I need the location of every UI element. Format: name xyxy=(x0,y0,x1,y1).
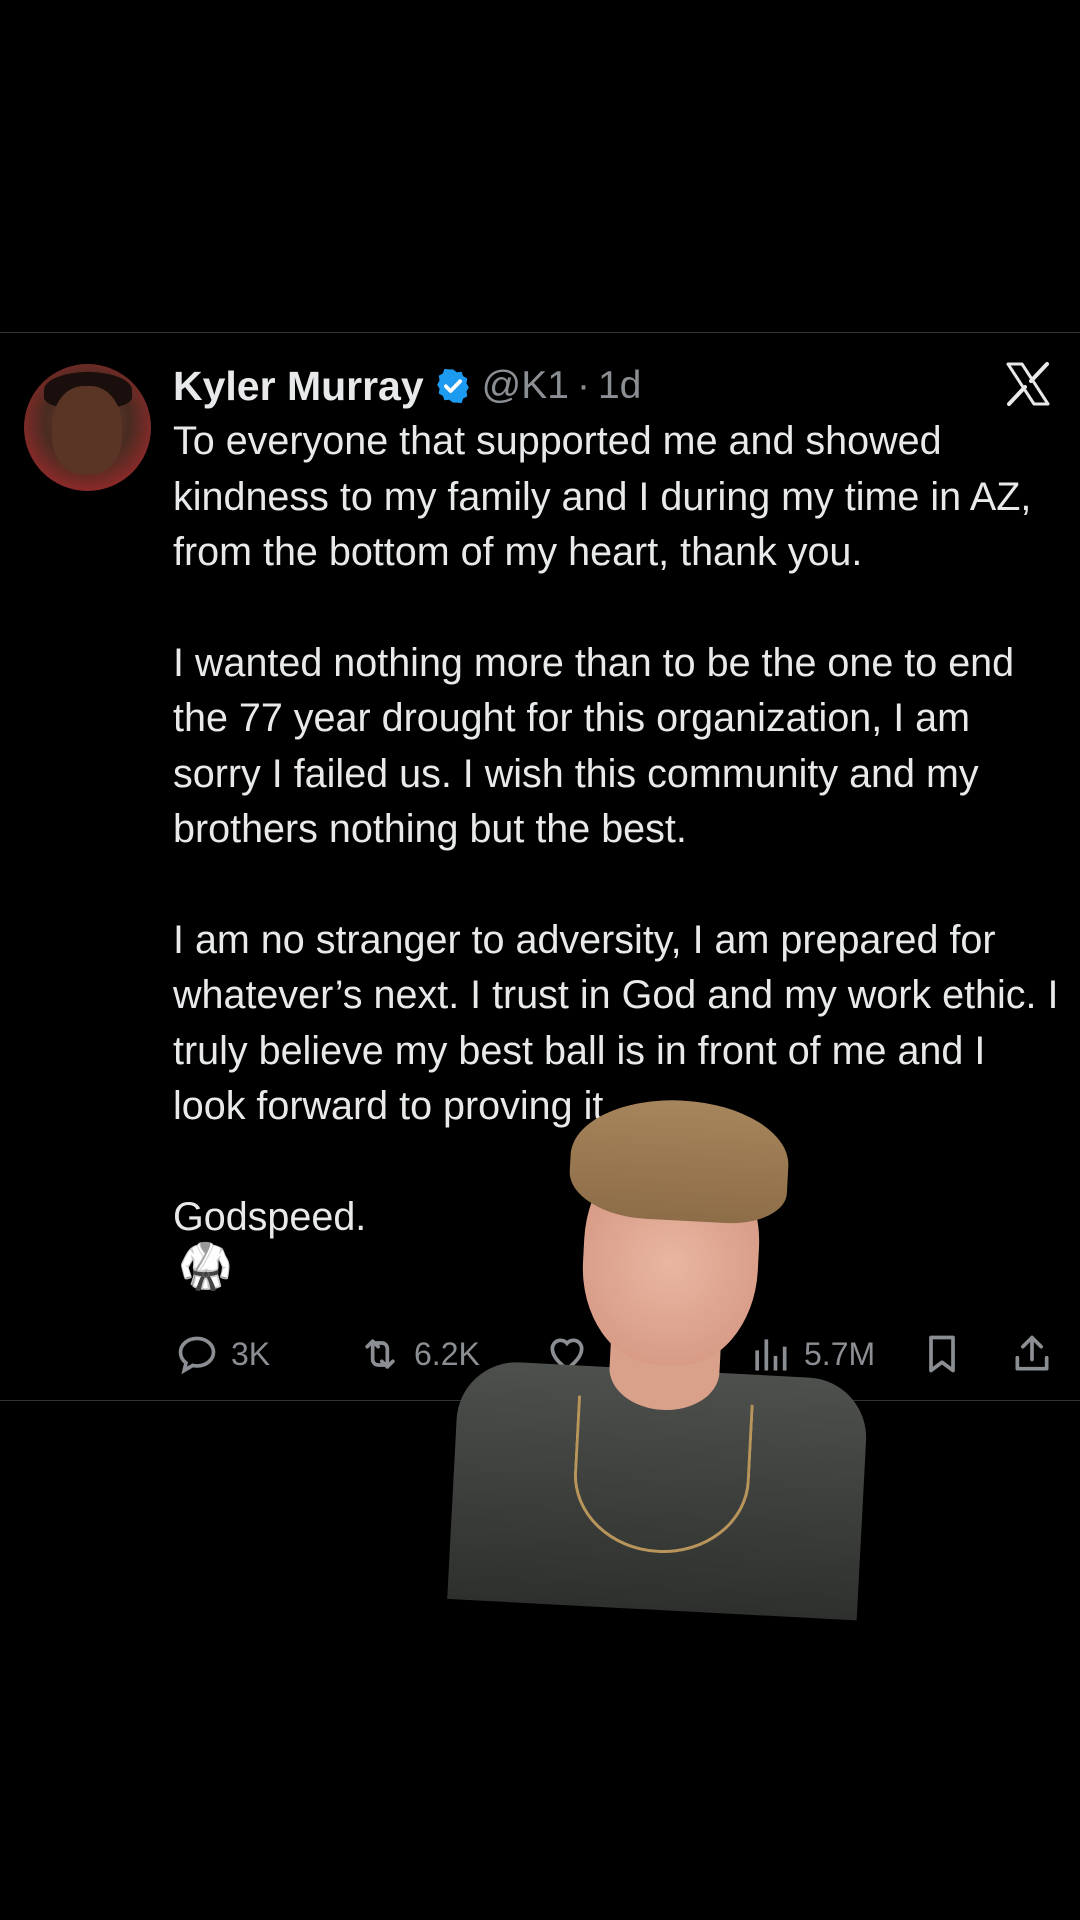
tweet-paragraph: I wanted nothing more than to be the one… xyxy=(173,640,1015,852)
header-separator: · xyxy=(576,364,590,407)
verified-badge-icon xyxy=(436,368,469,404)
reply-button[interactable]: 3K xyxy=(175,1324,270,1384)
author-avatar[interactable] xyxy=(24,364,151,491)
creator-video-overlay xyxy=(447,1090,884,1631)
overlay-hair xyxy=(567,1094,792,1227)
tweet-timestamp[interactable]: 1d xyxy=(598,364,641,408)
author-handle[interactable]: @K1 xyxy=(482,364,569,408)
martial-arts-uniform-emoji: 🥋 xyxy=(178,1242,233,1291)
reply-count: 3K xyxy=(231,1335,271,1372)
tweet-paragraph: To everyone that supported me and showed… xyxy=(173,419,1032,574)
avatar-face xyxy=(52,386,122,474)
tweet-header: Kyler Murray @K1 · 1d xyxy=(173,358,641,414)
share-button[interactable] xyxy=(1010,1324,1054,1384)
author-name[interactable]: Kyler Murray xyxy=(173,363,424,410)
x-logo-icon xyxy=(1006,362,1050,406)
reply-icon xyxy=(178,1336,216,1375)
repost-icon xyxy=(365,1339,395,1369)
share-icon xyxy=(1015,1335,1049,1371)
bookmark-button[interactable] xyxy=(920,1324,964,1384)
bookmark-icon xyxy=(929,1335,955,1373)
